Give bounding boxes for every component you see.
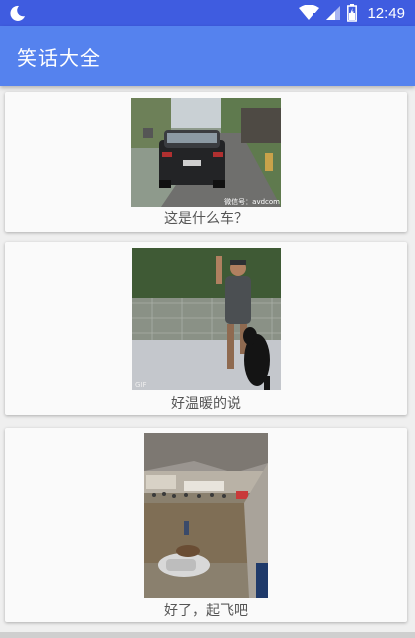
status-bar: 12:49 bbox=[0, 0, 415, 26]
joke-card[interactable]: 好了，起飞吧 bbox=[5, 428, 407, 622]
joke-card[interactable]: 微信号：avdcom 这是什么车？ bbox=[5, 92, 407, 232]
joke-image-car[interactable]: 微信号：avdcom bbox=[131, 98, 281, 207]
wifi-icon bbox=[299, 5, 320, 20]
joke-image-dog[interactable]: GIF bbox=[132, 248, 281, 390]
joke-caption: 这是什么车？ bbox=[164, 211, 248, 227]
joke-caption: 好温暖的说 bbox=[171, 396, 241, 412]
battery-icon bbox=[347, 4, 358, 22]
app-title: 笑话大全 bbox=[17, 46, 101, 70]
svg-text:GIF: GIF bbox=[135, 381, 147, 389]
moon-icon bbox=[10, 5, 25, 21]
bottom-edge bbox=[0, 632, 415, 638]
joke-caption: 好了，起飞吧 bbox=[164, 603, 248, 619]
joke-image-crash[interactable] bbox=[144, 433, 268, 598]
app-bar: 笑话大全 bbox=[0, 26, 415, 86]
clock: 12:49 bbox=[367, 4, 405, 22]
joke-card[interactable]: GIF 好温暖的说 bbox=[5, 242, 407, 415]
signal-icon bbox=[326, 6, 341, 20]
image-watermark: 微信号：avdcom bbox=[224, 197, 280, 206]
